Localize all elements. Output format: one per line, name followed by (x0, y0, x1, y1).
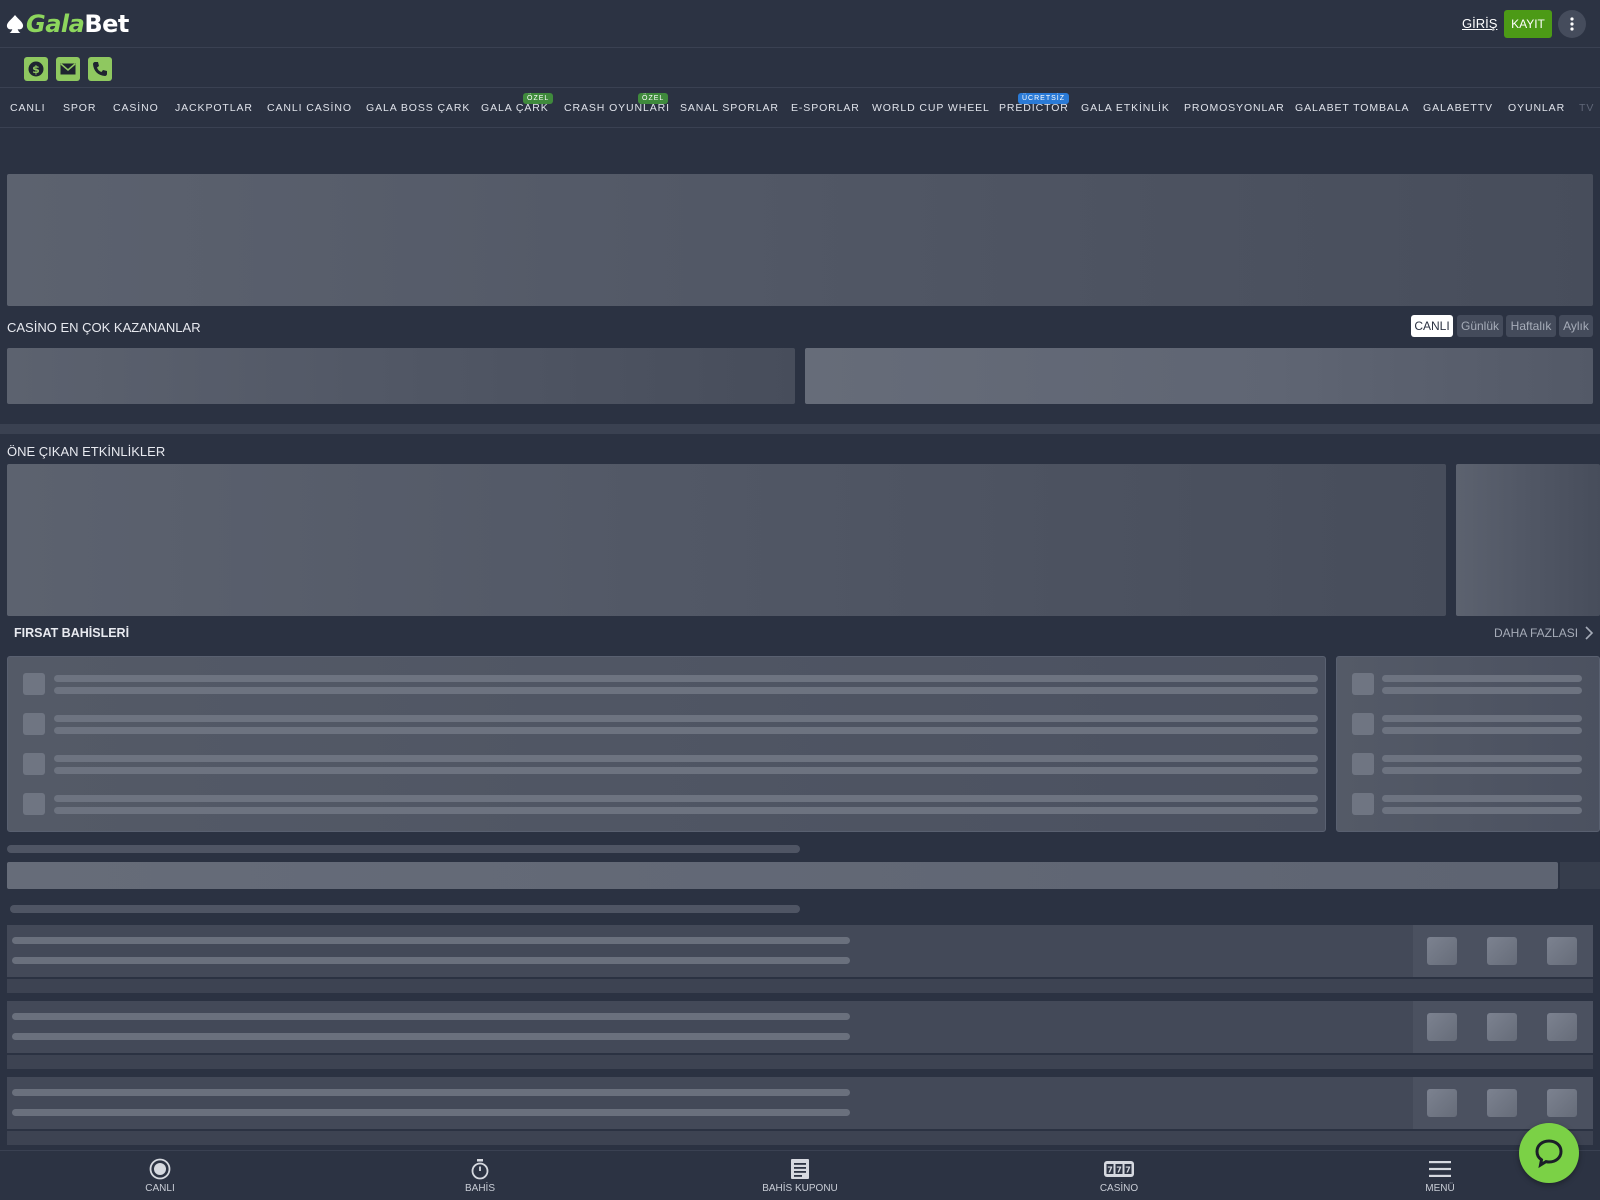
slot-icon: 777 (1104, 1161, 1134, 1177)
register-button[interactable]: KAYIT (1504, 10, 1552, 38)
section-divider (0, 424, 1600, 434)
logo-text-gala: Gala (26, 10, 85, 38)
bottom-nav-casino-label: CASİNO (1099, 1183, 1139, 1194)
event-row-footer (7, 1131, 1593, 1145)
event-row-placeholder (7, 925, 1593, 977)
dollar-icon[interactable]: $ (24, 57, 48, 81)
bottom-nav-live-label: CANLI (145, 1183, 175, 1194)
more-link-label: DAHA FAZLASI (1494, 626, 1579, 640)
bottom-nav-live[interactable]: CANLI (100, 1157, 220, 1194)
bottom-nav-casino[interactable]: 777 CASİNO (1059, 1157, 1179, 1194)
phone-icon[interactable] (88, 57, 112, 81)
nav-item-casino[interactable]: CASİNO (113, 102, 159, 114)
event-row-placeholder (7, 1001, 1593, 1053)
top-header: GalaBet GİRİŞ KAYIT (0, 0, 1600, 48)
period-weekly-button[interactable]: Haftalık (1506, 315, 1556, 337)
svg-text:7: 7 (1125, 1166, 1131, 1175)
mail-icon[interactable] (56, 57, 80, 81)
vertical-dots-icon (1570, 17, 1574, 31)
live-icon (149, 1158, 171, 1180)
event-row-placeholder (7, 1077, 1593, 1129)
featured-event-placeholder (1456, 464, 1600, 616)
bottom-nav-bet[interactable]: BAHİS (420, 1157, 540, 1194)
more-link[interactable]: DAHA FAZLASI (1494, 626, 1594, 640)
nav-item-galabet-tombala[interactable]: GALABET TOMBALA (1295, 102, 1409, 114)
bottom-nav-bet-label: BAHİS (464, 1183, 495, 1194)
bottom-nav-menu-label: MENÜ (1425, 1183, 1455, 1194)
nav-item-jackpotlar[interactable]: JACKPOTLAR (175, 102, 253, 114)
bottom-nav-menu[interactable]: MENÜ (1380, 1157, 1500, 1194)
nav-item-canli-casino[interactable]: CANLI CASİNO (267, 102, 352, 114)
bottom-nav-coupon-label: BAHİS KUPONU (762, 1183, 838, 1194)
loading-line (10, 905, 800, 913)
period-monthly-button[interactable]: Aylık (1559, 315, 1593, 337)
chevron-right-icon (1585, 626, 1594, 640)
nav-item-sanal-sporlar[interactable]: SANAL SPORLAR (680, 102, 779, 114)
bottom-nav: CANLI BAHİS BAHİS KUPONU 777 CASİNO MENÜ (0, 1150, 1600, 1200)
filter-bar-tail (1560, 862, 1600, 889)
hero-banner-placeholder (7, 174, 1593, 306)
nav-item-crash-oyunlari[interactable]: CRASH OYUNLARI (564, 102, 670, 114)
period-live-button[interactable]: CANLI (1411, 315, 1453, 337)
event-row-footer (7, 1055, 1593, 1069)
live-chat-button[interactable] (1519, 1123, 1579, 1183)
nav-item-e-sporlar[interactable]: E-SPORLAR (791, 102, 860, 114)
period-daily-button[interactable]: Günlük (1457, 315, 1503, 337)
svg-text:7: 7 (1116, 1166, 1122, 1175)
menu-icon (1429, 1161, 1451, 1177)
nav-item-tv[interactable]: TV (1579, 102, 1594, 114)
coupon-icon (791, 1159, 809, 1179)
featured-events-title: ÖNE ÇIKAN ETKİNLİKLER (7, 444, 166, 459)
svg-text:7: 7 (1107, 1166, 1113, 1175)
nav-item-gala-boss-cark[interactable]: GALA BOSS ÇARK (366, 102, 470, 114)
nav-item-promosyonlar[interactable]: PROMOSYONLAR (1184, 102, 1285, 114)
loading-line (7, 845, 800, 853)
more-options-button[interactable] (1558, 10, 1586, 38)
nav-item-world-cup-wheel[interactable]: WORLD CUP WHEEL (872, 102, 990, 114)
event-row-footer (7, 979, 1593, 993)
casino-winners-title: CASİNO EN ÇOK KAZANANLAR (7, 320, 201, 335)
opportunity-panel-placeholder (1336, 656, 1600, 832)
nav-item-predictor[interactable]: PREDICTOR (999, 102, 1069, 114)
filter-bar-placeholder (7, 862, 1558, 889)
galabet-logo[interactable]: GalaBet (6, 10, 129, 38)
svg-text:$: $ (32, 63, 40, 76)
logo-text-bet: Bet (84, 10, 129, 38)
winner-card-placeholder (7, 348, 795, 404)
main-nav: CANLI SPOR CASİNO JACKPOTLAR CANLI CASİN… (0, 88, 1600, 128)
chat-bubble-icon (1535, 1139, 1563, 1168)
nav-item-canli[interactable]: CANLI (10, 102, 45, 114)
spade-icon (6, 15, 24, 33)
opportunity-panel-placeholder (7, 656, 1326, 832)
nav-item-galabettv[interactable]: GALABETTV (1423, 102, 1493, 114)
contact-bar: $ (0, 48, 1600, 88)
stopwatch-icon (471, 1159, 489, 1180)
nav-item-oyunlar[interactable]: OYUNLAR (1508, 102, 1565, 114)
nav-item-spor[interactable]: SPOR (63, 102, 96, 114)
featured-event-placeholder (7, 464, 1446, 616)
login-link[interactable]: GİRİŞ (1462, 16, 1497, 31)
nav-item-gala-cark[interactable]: GALA ÇARK (481, 102, 549, 114)
opportunity-bets-title: FIRSAT BAHİSLERİ (14, 626, 130, 640)
bottom-nav-coupon[interactable]: BAHİS KUPONU (740, 1157, 860, 1194)
nav-item-gala-etkinlik[interactable]: GALA ETKİNLİK (1081, 102, 1170, 114)
winner-card-placeholder (805, 348, 1593, 404)
